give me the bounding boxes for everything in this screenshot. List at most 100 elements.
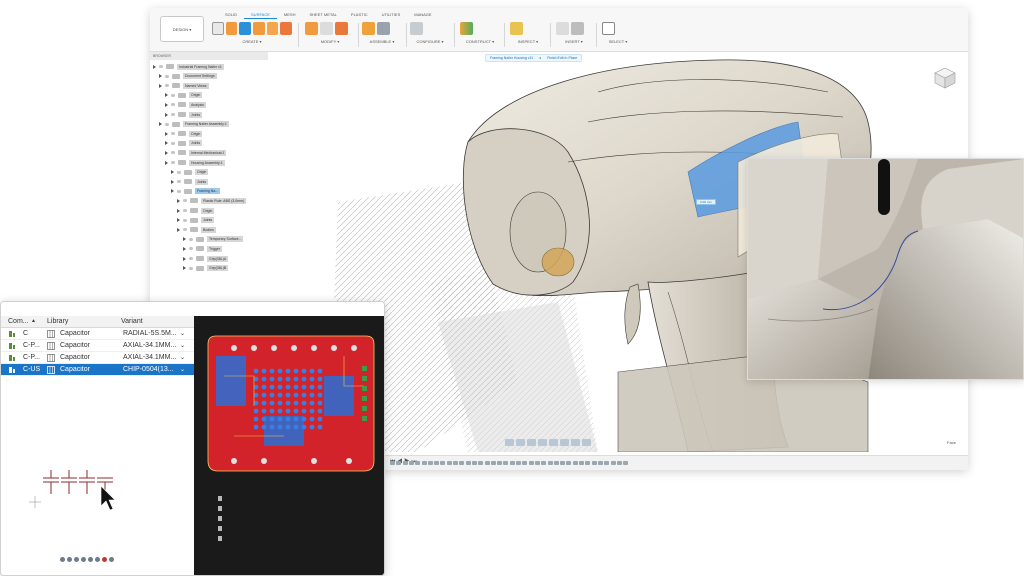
chevron-down-icon[interactable]: ⌄ <box>180 330 185 337</box>
expand-arrow-icon[interactable] <box>165 102 168 107</box>
grid-icon[interactable] <box>109 557 114 562</box>
tab-mesh[interactable]: MESH <box>277 11 303 19</box>
timeline-feature-icon[interactable] <box>579 461 584 465</box>
sort-arrow-icon[interactable]: ▲ <box>31 318 36 324</box>
loft-icon[interactable] <box>253 21 265 35</box>
select-menu[interactable]: SELECT ▾ <box>602 39 634 44</box>
expand-arrow-icon[interactable] <box>183 246 186 251</box>
visibility-eye-icon[interactable] <box>183 199 187 203</box>
tab-solid[interactable]: SOLID <box>218 11 244 19</box>
visibility-eye-icon[interactable] <box>177 189 181 193</box>
expand-arrow-icon[interactable] <box>177 227 180 232</box>
expand-arrow-icon[interactable] <box>177 208 180 213</box>
browser-item[interactable]: Origin <box>177 206 215 215</box>
viewports-icon[interactable] <box>582 438 591 446</box>
timeline-feature-icon[interactable] <box>465 461 471 465</box>
browser-item[interactable]: Joints <box>171 177 209 186</box>
visibility-eye-icon[interactable] <box>171 103 175 107</box>
browser-item[interactable]: Joints <box>165 110 203 119</box>
thicken-icon[interactable] <box>335 21 348 35</box>
expand-arrow-icon[interactable] <box>159 83 162 88</box>
visibility-eye-icon[interactable] <box>171 93 175 97</box>
visibility-eye-icon[interactable] <box>189 237 193 241</box>
orbit-icon[interactable] <box>505 438 514 446</box>
info-icon[interactable] <box>60 557 65 562</box>
zoom-icon[interactable] <box>538 438 547 446</box>
timeline-feature-icon[interactable] <box>427 461 433 465</box>
expand-arrow-icon[interactable] <box>171 170 174 175</box>
insert-icon[interactable] <box>556 21 569 35</box>
tab-plastic[interactable]: PLASTIC <box>344 11 375 19</box>
timeline-feature-icon[interactable] <box>616 461 622 465</box>
chevron-down-icon[interactable]: ⌄ <box>180 366 185 373</box>
column-component[interactable]: Com... <box>8 318 29 325</box>
tab-utilities[interactable]: UTILITIES <box>375 11 408 19</box>
expand-arrow-icon[interactable] <box>177 198 180 203</box>
construct-menu[interactable]: CONSTRUCT ▾ <box>460 39 500 44</box>
visibility-eye-icon[interactable] <box>183 228 187 232</box>
inspect-menu[interactable]: INSPECT ▾ <box>510 39 546 44</box>
insert-mesh-icon[interactable] <box>571 21 584 35</box>
visibility-eye-icon[interactable] <box>189 247 193 251</box>
assemble-menu[interactable]: ASSEMBLE ▾ <box>362 39 402 44</box>
browser-item[interactable]: Grip(38L)B <box>183 264 229 273</box>
expand-arrow-icon[interactable] <box>183 237 186 242</box>
expand-arrow-icon[interactable] <box>177 218 180 223</box>
display-settings-icon[interactable] <box>560 438 569 446</box>
tab-manage[interactable]: MANAGE <box>407 11 438 19</box>
select-icon[interactable] <box>602 21 615 35</box>
browser-item[interactable]: Document Settings <box>159 72 217 81</box>
expand-arrow-icon[interactable] <box>183 266 186 271</box>
expand-arrow-icon[interactable] <box>171 189 174 194</box>
offset-plane-icon[interactable] <box>460 21 473 35</box>
pcb-editor[interactable] <box>194 316 384 575</box>
browser-item[interactable]: Joints <box>177 216 215 225</box>
library-row[interactable]: C-P... Capacitor AXIAL-34.1MM... ⌄ <box>1 340 194 352</box>
library-row-selected[interactable]: C-US Capacitor CHIP-0504(13... ⌄ <box>1 364 194 376</box>
timeline-feature-icon[interactable] <box>471 461 477 465</box>
sketch-icon[interactable] <box>212 21 224 35</box>
zoom-out-icon[interactable] <box>74 557 79 562</box>
timeline-feature-icon[interactable] <box>528 461 534 465</box>
visibility-eye-icon[interactable] <box>165 74 169 78</box>
trim-icon[interactable] <box>305 21 318 35</box>
library-row[interactable]: C Capacitor RADIAL-5S.5M... ⌄ <box>1 328 194 340</box>
timeline-feature-icon[interactable] <box>547 461 553 465</box>
fit-icon[interactable] <box>549 438 558 446</box>
browser-item[interactable]: Joints <box>165 139 203 148</box>
visibility-eye-icon[interactable] <box>171 161 175 164</box>
visibility-eye-icon[interactable] <box>165 84 169 88</box>
browser-item[interactable]: Trigger <box>183 244 222 253</box>
timeline-feature-icon[interactable] <box>509 461 515 465</box>
revolve-icon[interactable] <box>280 21 292 35</box>
visibility-eye-icon[interactable] <box>171 141 175 145</box>
timeline-feature-icon[interactable] <box>585 461 591 465</box>
expand-arrow-icon[interactable] <box>159 74 162 79</box>
timeline-feature-icon[interactable] <box>522 461 528 465</box>
visibility-eye-icon[interactable] <box>189 266 193 270</box>
joint-icon[interactable] <box>377 21 390 35</box>
timeline-feature-icon[interactable] <box>534 461 540 465</box>
insert-menu[interactable]: INSERT ▾ <box>556 39 592 44</box>
timeline-feature-icon[interactable] <box>421 461 427 465</box>
modify-menu[interactable]: MODIFY ▾ <box>305 39 355 44</box>
expand-arrow-icon[interactable] <box>165 141 168 146</box>
visibility-eye-icon[interactable] <box>177 170 181 174</box>
expand-arrow-icon[interactable] <box>153 64 156 69</box>
stop-icon[interactable] <box>102 557 107 562</box>
pan-icon[interactable] <box>527 438 536 446</box>
timeline-feature-icon[interactable] <box>459 461 465 465</box>
browser-item[interactable]: Plastic Rule: ABS (3.0mm) <box>177 196 247 205</box>
browser-item[interactable]: Internal Mechanical:1 <box>165 148 227 157</box>
timeline-feature-icon[interactable] <box>597 461 603 465</box>
zoom-select-icon[interactable] <box>88 557 93 562</box>
look-at-icon[interactable] <box>516 438 525 446</box>
timeline-feature-icon[interactable] <box>560 461 566 465</box>
create-menu[interactable]: CREATE ▾ <box>212 39 292 44</box>
visibility-eye-icon[interactable] <box>171 151 175 155</box>
browser-item[interactable]: Housing Assembly:1 <box>165 158 225 167</box>
timeline-feature-icon[interactable] <box>553 461 559 465</box>
tab-sheet-metal[interactable]: SHEET METAL <box>302 11 343 19</box>
measure-icon[interactable] <box>510 21 523 35</box>
timeline-feature-icon[interactable] <box>490 461 496 465</box>
